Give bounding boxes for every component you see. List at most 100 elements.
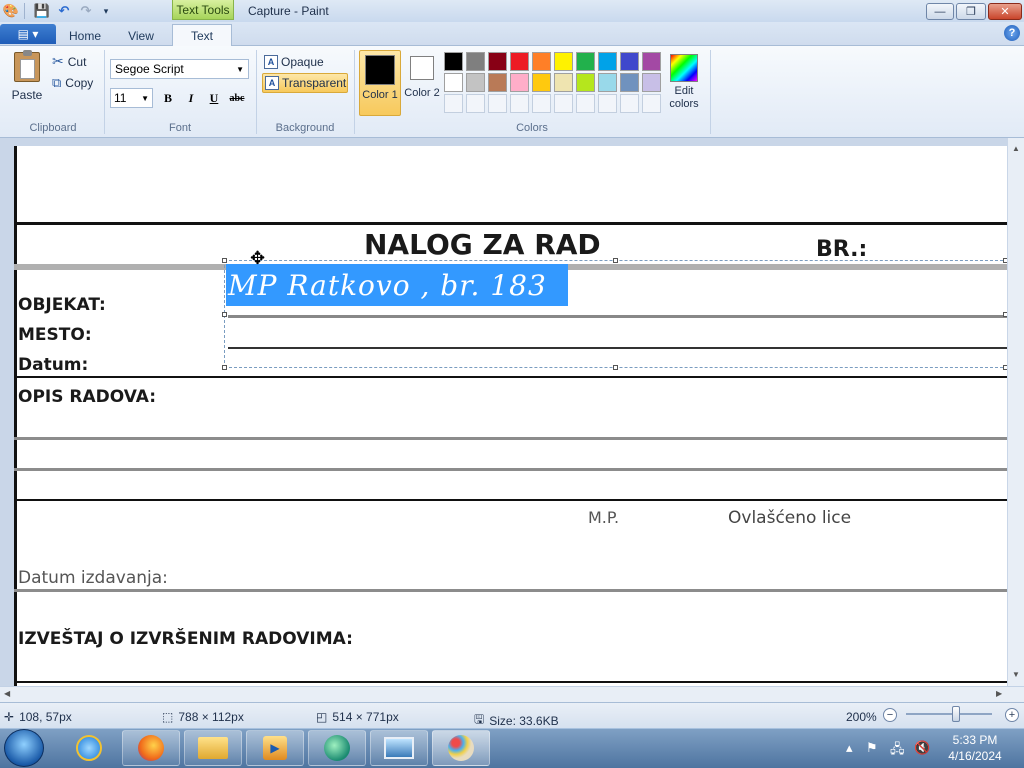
- underline-button[interactable]: U: [204, 88, 224, 108]
- edit-colors-label: Edit colors: [669, 85, 699, 110]
- palette-swatch[interactable]: [576, 73, 595, 92]
- taskbar-app[interactable]: [308, 730, 366, 766]
- font-size-select[interactable]: 11 ▼: [110, 88, 153, 108]
- scroll-down-icon[interactable]: ▼: [1012, 670, 1020, 679]
- palette-swatch[interactable]: [642, 73, 661, 92]
- palette-swatch[interactable]: [576, 52, 595, 71]
- bold-button[interactable]: B: [158, 88, 178, 108]
- group-separator: [710, 50, 711, 134]
- resize-handle[interactable]: [222, 312, 227, 317]
- network-icon[interactable]: 🖧: [890, 740, 905, 762]
- font-family-select[interactable]: Segoe Script ▼: [110, 59, 249, 79]
- color1-button[interactable]: Color 1: [359, 50, 401, 116]
- document-rule: [14, 222, 1007, 225]
- resize-handle[interactable]: [1003, 365, 1007, 370]
- palette-swatch[interactable]: [510, 52, 529, 71]
- paint-app-icon[interactable]: 🎨: [3, 3, 19, 19]
- taskbar-internet-explorer[interactable]: [60, 730, 118, 766]
- document-title: NALOG ZA RAD: [364, 228, 601, 261]
- app-icon: [324, 735, 350, 761]
- edit-colors-button[interactable]: Edit colors: [664, 52, 704, 116]
- taskbar-paint[interactable]: [432, 730, 490, 766]
- volume-muted-icon[interactable]: 🔇: [914, 740, 930, 756]
- selected-text[interactable]: MP Ratkovo , br. 183: [226, 264, 568, 306]
- maximize-button[interactable]: ❐: [956, 3, 986, 20]
- palette-swatch[interactable]: [532, 73, 551, 92]
- palette-swatch[interactable]: [488, 73, 507, 92]
- horizontal-scrollbar[interactable]: ◀ ▶: [0, 686, 1024, 702]
- document-rule: [14, 589, 1007, 592]
- resize-handle[interactable]: [222, 365, 227, 370]
- custom-color-slot[interactable]: [532, 94, 551, 113]
- resize-handle[interactable]: [1003, 312, 1007, 317]
- save-icon[interactable]: 💾: [34, 3, 50, 19]
- start-button[interactable]: [4, 729, 44, 767]
- minimize-button[interactable]: —: [926, 3, 954, 20]
- palette-swatch[interactable]: [466, 73, 485, 92]
- palette-swatch[interactable]: [620, 73, 639, 92]
- palette-swatch[interactable]: [510, 73, 529, 92]
- palette-swatch[interactable]: [598, 52, 617, 71]
- help-icon[interactable]: ?: [1004, 25, 1020, 41]
- quick-access-dropdown-icon[interactable]: ▾: [98, 3, 114, 19]
- custom-color-slot[interactable]: [510, 94, 529, 113]
- tab-home[interactable]: Home: [62, 26, 108, 46]
- paste-label[interactable]: Paste: [8, 88, 46, 102]
- taskbar-photo-viewer[interactable]: [370, 730, 428, 766]
- resize-handle[interactable]: [613, 365, 618, 370]
- palette-swatch[interactable]: [488, 52, 507, 71]
- zoom-slider-thumb[interactable]: [952, 706, 960, 722]
- clock[interactable]: 5:33 PM 4/16/2024: [940, 732, 1010, 764]
- opaque-button[interactable]: A Opaque: [262, 52, 348, 72]
- redo-icon[interactable]: ↷: [78, 3, 94, 19]
- custom-color-slot[interactable]: [642, 94, 661, 113]
- cursor-position: ✛ 108, 57px: [4, 710, 72, 724]
- color2-button[interactable]: Color 2: [404, 50, 440, 116]
- palette-swatch[interactable]: [554, 52, 573, 71]
- file-menu-button[interactable]: ▤ ▾: [0, 24, 56, 44]
- taskbar-firefox[interactable]: [122, 730, 180, 766]
- color2-swatch: [410, 56, 434, 80]
- palette-swatch[interactable]: [598, 73, 617, 92]
- custom-color-slot[interactable]: [466, 94, 485, 113]
- taskbar-file-explorer[interactable]: [184, 730, 242, 766]
- tab-text[interactable]: Text: [172, 24, 232, 46]
- vertical-scrollbar[interactable]: ▲ ▼: [1008, 138, 1024, 686]
- zoom-slider[interactable]: [906, 713, 992, 715]
- image-canvas[interactable]: NALOG ZA RAD BR.: OBJEKAT: MESTO: Datum:…: [14, 146, 1007, 686]
- custom-color-slot[interactable]: [598, 94, 617, 113]
- show-hidden-icons[interactable]: ▴: [846, 740, 853, 756]
- undo-icon[interactable]: ↶: [56, 3, 72, 19]
- palette-swatch[interactable]: [532, 52, 551, 71]
- group-separator: [256, 50, 257, 134]
- zoom-out-button[interactable]: −: [883, 708, 897, 722]
- custom-color-slot[interactable]: [576, 94, 595, 113]
- taskbar-media-player[interactable]: ▶: [246, 730, 304, 766]
- close-button[interactable]: ✕: [988, 3, 1022, 20]
- palette-swatch[interactable]: [554, 73, 573, 92]
- cut-button[interactable]: ✂ Cut: [52, 53, 86, 70]
- resize-handle[interactable]: [222, 258, 227, 263]
- palette-swatch[interactable]: [642, 52, 661, 71]
- transparent-button[interactable]: A Transparent: [262, 73, 348, 93]
- resize-handle[interactable]: [1003, 258, 1007, 263]
- custom-color-slot[interactable]: [620, 94, 639, 113]
- palette-swatch[interactable]: [466, 52, 485, 71]
- tab-view[interactable]: View: [118, 26, 164, 46]
- action-center-flag-icon[interactable]: ⚑: [866, 740, 878, 756]
- copy-button[interactable]: ⧉ Copy: [52, 75, 93, 91]
- paste-button[interactable]: [12, 50, 42, 86]
- palette-swatch[interactable]: [620, 52, 639, 71]
- scroll-right-icon[interactable]: ▶: [996, 689, 1002, 698]
- scroll-up-icon[interactable]: ▲: [1012, 144, 1020, 153]
- custom-color-slot[interactable]: [444, 94, 463, 113]
- scroll-left-icon[interactable]: ◀: [4, 689, 10, 698]
- resize-handle[interactable]: [613, 258, 618, 263]
- italic-button[interactable]: I: [181, 88, 201, 108]
- custom-color-slot[interactable]: [488, 94, 507, 113]
- palette-swatch[interactable]: [444, 73, 463, 92]
- custom-color-slot[interactable]: [554, 94, 573, 113]
- palette-swatch[interactable]: [444, 52, 463, 71]
- zoom-in-button[interactable]: +: [1005, 708, 1019, 722]
- strikethrough-button[interactable]: abc: [227, 88, 247, 108]
